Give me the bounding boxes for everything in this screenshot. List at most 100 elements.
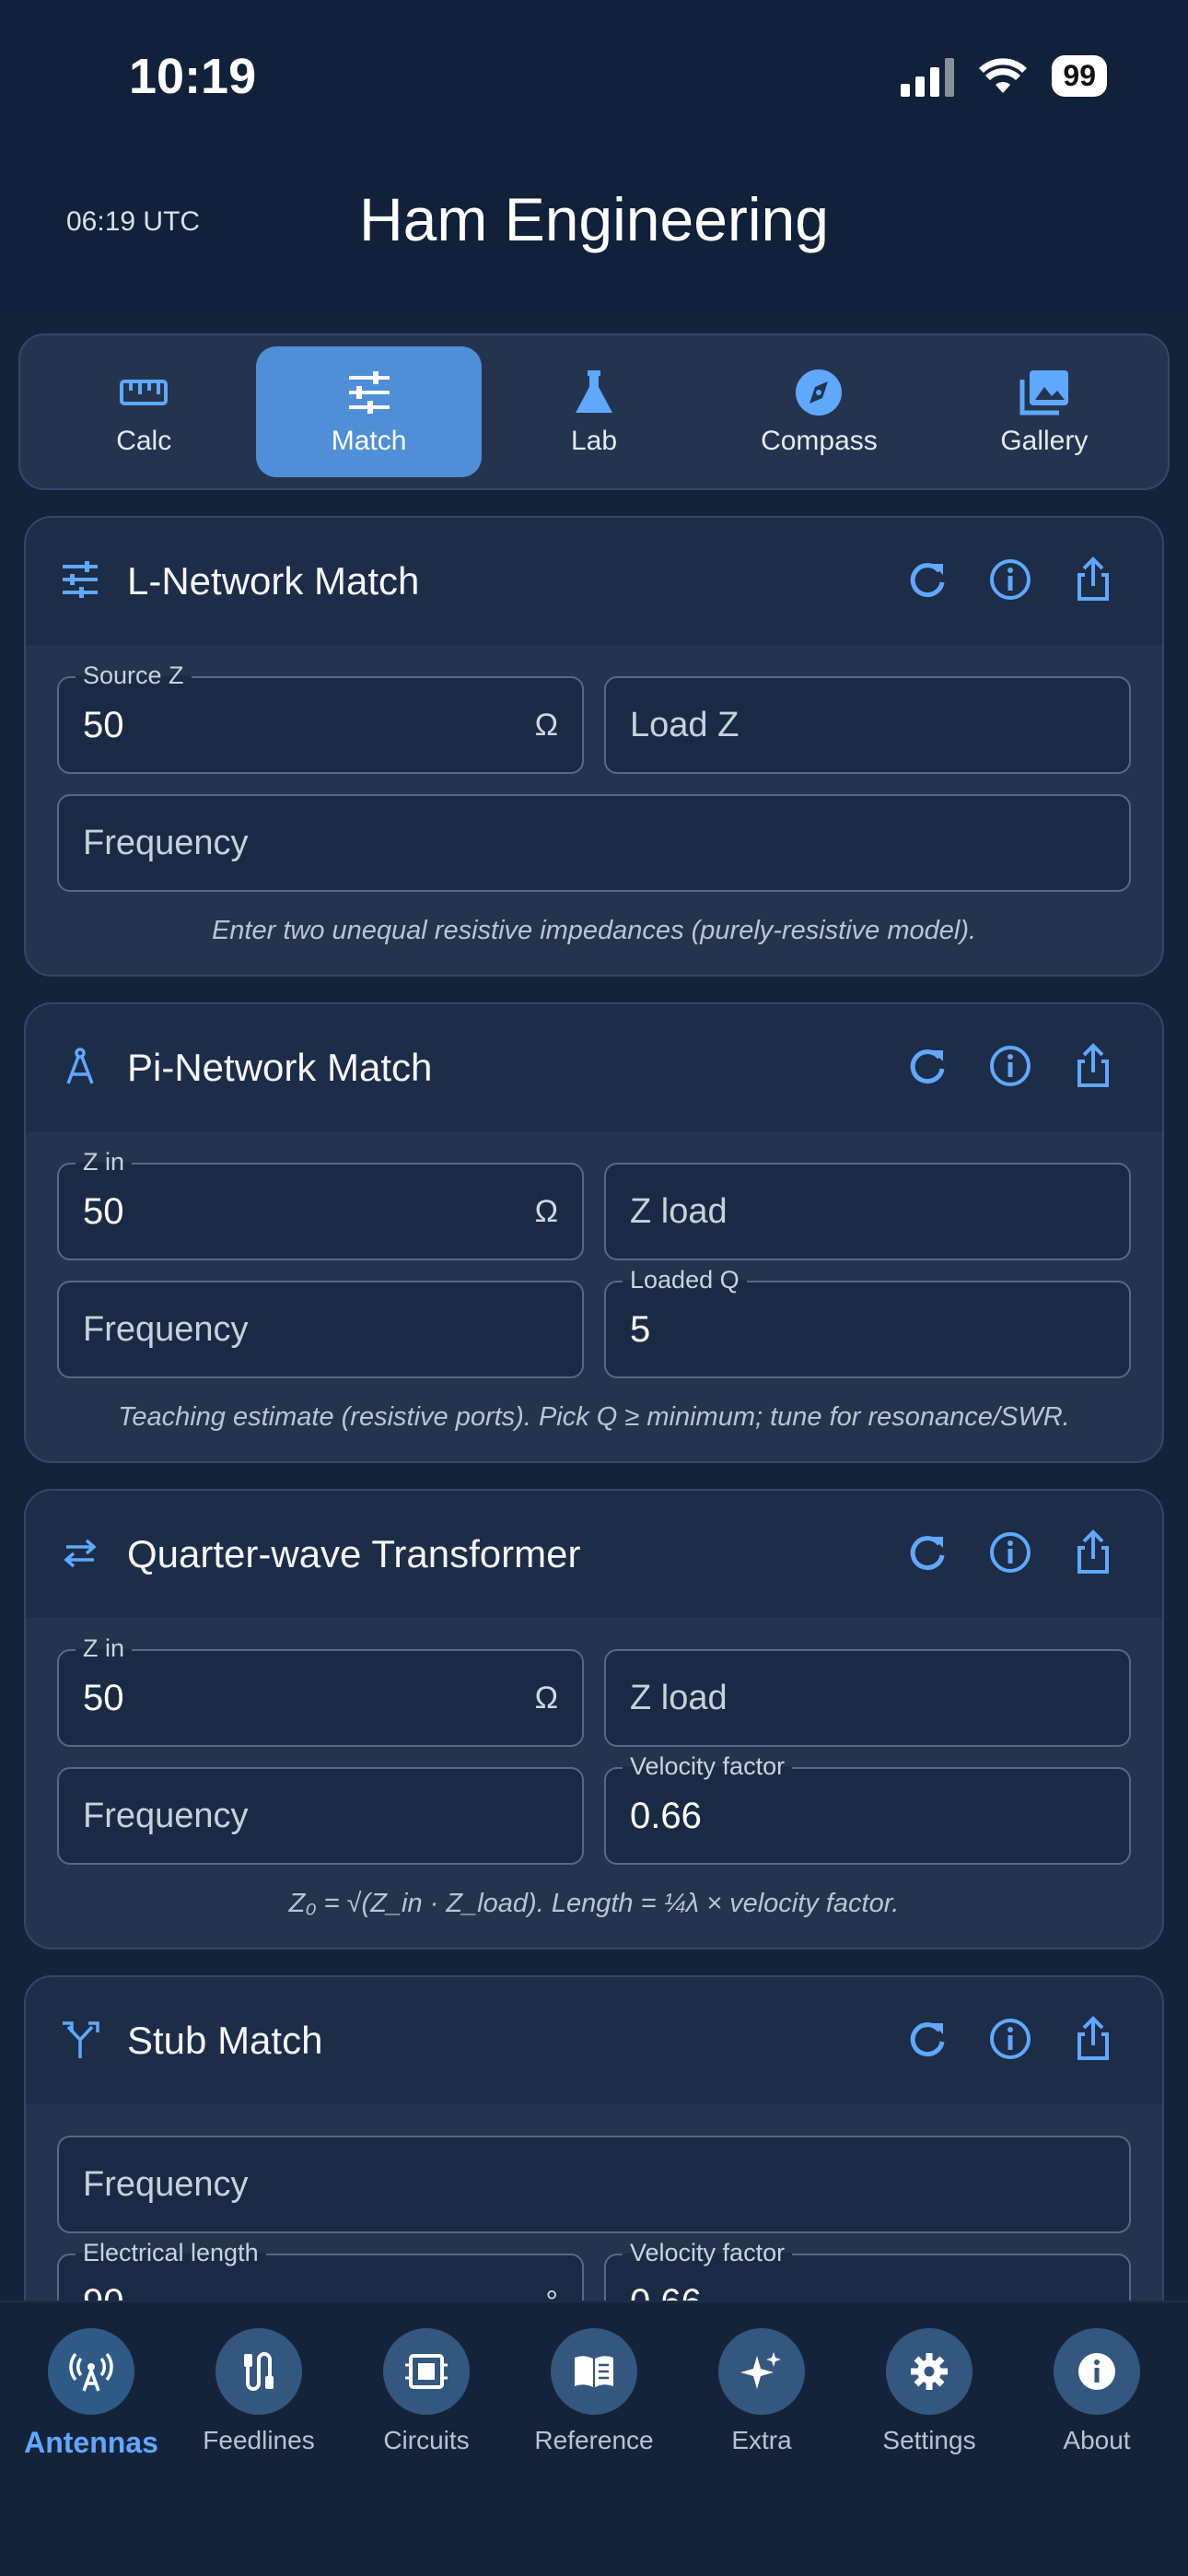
card-title: Pi-Network Match [127,1046,433,1089]
chip-icon [405,2354,448,2389]
tab-compass[interactable]: Compass [706,346,931,477]
field-placeholder: Z load [630,1678,728,1717]
status-time: 10:19 [129,49,257,104]
compass-drafting-icon [59,1045,101,1091]
gear-icon [911,2353,948,2390]
frequency-field[interactable]: Frequency [57,1767,584,1865]
card-actions [904,556,1116,606]
swap-icon [59,1531,101,1577]
z-load-field[interactable]: Z load [604,1649,1131,1747]
nav-icon-circle [215,2328,302,2415]
tab-match[interactable]: Match [256,346,482,477]
ohm-unit: Ω [534,1193,558,1229]
tab-calc[interactable]: Calc [31,346,256,477]
tab-lab[interactable]: Lab [482,346,706,477]
info-icon [1078,2353,1115,2390]
card-header: L-Network Match [26,518,1162,645]
field-placeholder: Frequency [83,2164,249,2204]
info-icon[interactable] [987,1529,1033,1579]
tab-label: Lab [570,426,618,456]
field-value: 50 [83,1190,124,1232]
nav-label: Settings [882,2426,976,2454]
refresh-icon[interactable] [904,1043,950,1093]
sparkles-icon [740,2352,781,2389]
velocity-factor-field[interactable]: Velocity factor 0.66 [604,1752,1131,1865]
nav-icon-circle [718,2328,805,2415]
card-actions [904,1043,1116,1093]
card-actions [904,2016,1116,2066]
field-label: Z in [76,1634,133,1663]
status-icons: 99 [901,55,1107,97]
hint-text: Z₀ = √(Z_in · Z_load). Length = ¼λ × vel… [288,1889,900,1918]
field-placeholder: Frequency [83,1309,249,1349]
antenna-icon [69,2352,113,2392]
refresh-icon[interactable] [904,2016,950,2066]
share-icon[interactable] [1070,556,1116,606]
frequency-field[interactable]: Frequency [57,794,1131,892]
nav-icon-circle [383,2328,470,2415]
nav-reference[interactable]: Reference [516,2328,672,2460]
loaded-q-field[interactable]: Loaded Q 5 [604,1266,1131,1378]
field-value: 0.66 [630,1795,702,1836]
card-body: Z in 50 Ω Z load Frequency Velocity fact… [26,1618,1162,1919]
card-header: Stub Match [26,1977,1162,2104]
share-icon[interactable] [1070,1043,1116,1093]
tab-label: Gallery [1000,426,1089,456]
l-network-card: L-Network Match Source Z 50 Ω Load Z Fre… [24,516,1164,977]
card-body: Source Z 50 Ω Load Z Frequency Enter two… [26,645,1162,946]
load-z-field[interactable]: Load Z [604,676,1131,774]
share-icon[interactable] [1070,1529,1116,1579]
card-title: L-Network Match [127,559,420,603]
field-label: Electrical length [76,2239,266,2267]
nav-label: Circuits [383,2426,470,2454]
book-icon [575,2356,613,2387]
info-icon[interactable] [987,1043,1033,1093]
quarter-wave-card: Quarter-wave Transformer Z in 50 Ω Z loa… [24,1489,1164,1950]
card-title: Stub Match [127,2019,323,2062]
info-icon[interactable] [987,556,1033,606]
nav-antennas[interactable]: Antennas [13,2328,169,2460]
nav-extra[interactable]: Extra [683,2328,840,2460]
wifi-icon [979,57,1028,93]
field-placeholder: Frequency [83,823,249,862]
nav-circuits[interactable]: Circuits [348,2328,505,2460]
z-in-field[interactable]: Z in 50 Ω [57,1634,584,1747]
refresh-icon[interactable] [904,556,950,606]
frequency-field[interactable]: Frequency [57,2136,1131,2233]
field-label: Loaded Q [623,1266,747,1294]
nav-icon-circle [551,2328,637,2415]
hint-text: Teaching estimate (resistive ports). Pic… [118,1402,1070,1432]
nav-label: Extra [731,2426,792,2454]
field-label: Source Z [76,662,192,690]
z-load-field[interactable]: Z load [604,1163,1131,1260]
info-icon[interactable] [987,2016,1033,2066]
frequency-field[interactable]: Frequency [57,1281,584,1378]
nav-icon-circle [48,2328,134,2415]
sliders-icon [348,371,390,414]
nav-label: Reference [534,2426,654,2454]
compass-icon [796,369,843,416]
card-body: Z in 50 Ω Z load Frequency Loaded Q 5 Te… [26,1131,1162,1433]
tab-gallery[interactable]: Gallery [932,346,1157,477]
tab-label: Calc [116,426,172,456]
field-label: Velocity factor [623,1752,793,1781]
fork-icon [59,2018,101,2064]
page-title: Ham Engineering [359,185,829,253]
z-in-field[interactable]: Z in 50 Ω [57,1148,584,1260]
source-z-field[interactable]: Source Z 50 Ω [57,662,584,774]
field-value: 5 [630,1308,651,1350]
ruler-icon [120,380,169,405]
nav-label: Feedlines [203,2426,315,2454]
nav-about[interactable]: About [1019,2328,1175,2460]
nav-settings[interactable]: Settings [851,2328,1007,2460]
field-value: 50 [83,704,124,745]
nav-icon-circle [886,2328,973,2415]
flask-icon [576,370,613,413]
nav-label: Antennas [24,2426,158,2459]
card-title: Quarter-wave Transformer [127,1532,581,1575]
refresh-icon[interactable] [904,1529,950,1579]
top-bar: 10:19 99 06:19 UTC Ham Engineering [0,0,1188,313]
nav-feedlines[interactable]: Feedlines [181,2328,337,2460]
share-icon[interactable] [1070,2016,1116,2066]
field-placeholder: Z load [630,1191,728,1231]
